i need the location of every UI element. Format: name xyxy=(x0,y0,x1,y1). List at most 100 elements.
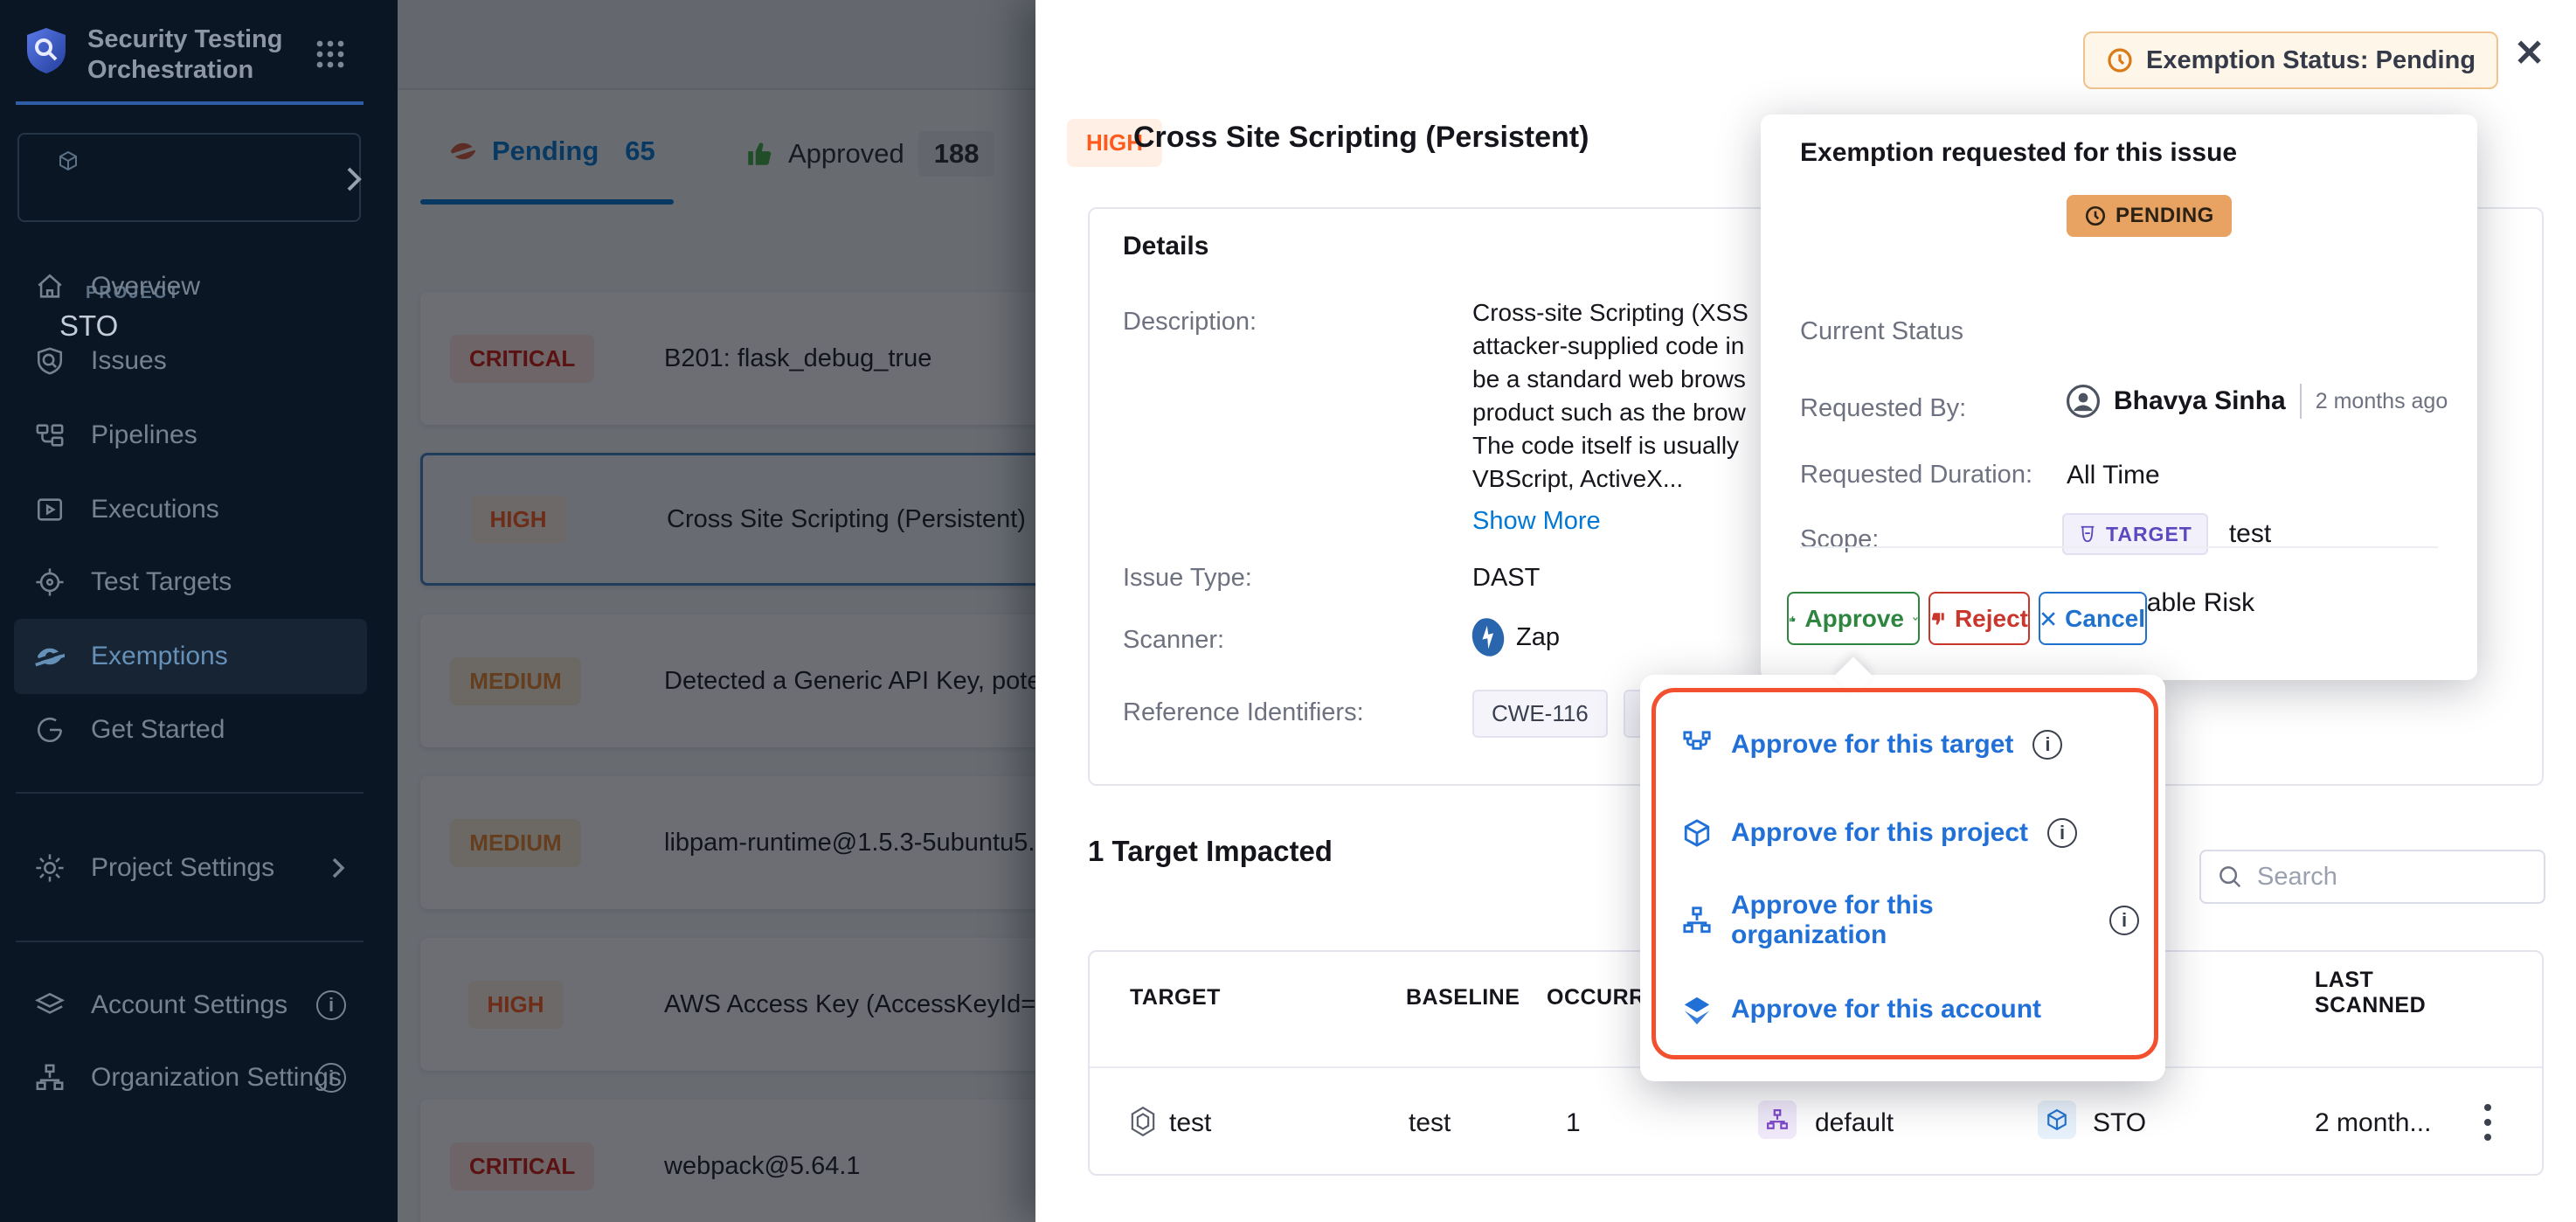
approve-button[interactable]: Approve xyxy=(1787,592,1920,645)
cell-occurrences: 1 xyxy=(1566,1108,1581,1138)
module-grid-icon[interactable] xyxy=(315,38,346,70)
app-logo-shield-icon xyxy=(24,26,68,75)
executions-icon xyxy=(35,495,65,524)
col-baseline: BASELINE xyxy=(1406,985,1520,1010)
clock-icon xyxy=(2084,205,2107,227)
org-chip-icon xyxy=(1758,1100,1797,1139)
sidebar-divider xyxy=(16,941,364,942)
target-scope-icon xyxy=(2078,524,2097,544)
menu-item-approve-organization[interactable]: Approve for this organization i xyxy=(1682,894,2139,947)
description-label: Description: xyxy=(1123,308,1257,337)
clock-icon xyxy=(2106,46,2134,74)
exemption-status-pill[interactable]: Exemption Status: Pending xyxy=(2083,31,2498,89)
org-chart-icon xyxy=(1682,906,1712,935)
sidebar-item-issues[interactable]: Issues xyxy=(14,323,367,399)
scanner-value: Zap xyxy=(1472,618,1560,656)
sidebar-item-label: Organization Settings xyxy=(91,1063,342,1093)
targets-impacted-heading: 1 Target Impacted xyxy=(1088,835,1333,868)
sidebar-item-label: Test Targets xyxy=(91,567,232,597)
org-chart-icon xyxy=(35,1063,65,1093)
info-icon[interactable]: i xyxy=(2047,818,2077,848)
app-title: Security Testing Orchestration xyxy=(87,24,323,86)
sidebar-item-label: Issues xyxy=(91,346,167,376)
search-icon xyxy=(2217,864,2243,890)
duration-value: All Time xyxy=(2067,461,2160,490)
details-heading: Details xyxy=(1123,232,1208,261)
sidebar-item-pipelines[interactable]: Pipelines xyxy=(14,398,367,473)
target-search[interactable] xyxy=(2199,850,2545,904)
row-menu-kebab-icon[interactable] xyxy=(2483,1101,2493,1143)
info-icon[interactable]: i xyxy=(2032,730,2062,760)
sidebar-item-label: Pipelines xyxy=(91,420,197,450)
sidebar: Security Testing Orchestration PROJECT S… xyxy=(0,0,398,1222)
issue-type-value: DAST xyxy=(1472,564,1540,593)
sidebar-item-label: Project Settings xyxy=(91,853,274,883)
reference-identifiers-label: Reference Identifiers: xyxy=(1123,698,1364,727)
cube-icon xyxy=(58,150,79,171)
project-selector[interactable]: PROJECT STO xyxy=(17,133,361,222)
layers-icon xyxy=(35,990,65,1020)
issue-type-label: Issue Type: xyxy=(1123,564,1252,593)
col-last-scanned: LAST SCANNED xyxy=(2315,968,2426,1018)
issue-detail-title: Cross Site Scripting (Persistent) xyxy=(1133,121,1589,155)
account-layers-icon xyxy=(1682,995,1712,1024)
sidebar-item-label: Executions xyxy=(91,495,219,524)
show-more-link[interactable]: Show More xyxy=(1472,507,1601,536)
sidebar-item-test-targets[interactable]: Test Targets xyxy=(14,545,367,620)
cell-project: STO xyxy=(2093,1108,2146,1138)
zap-scanner-icon xyxy=(1468,614,1508,659)
cell-baseline: test xyxy=(1409,1108,1451,1138)
home-icon xyxy=(35,272,65,302)
sidebar-item-label: Exemptions xyxy=(91,642,228,671)
table-row[interactable]: test test 1 default STO 2 month... xyxy=(1090,1068,2542,1174)
sidebar-item-project-settings[interactable]: Project Settings xyxy=(14,830,367,906)
sidebar-item-label: Get Started xyxy=(91,715,225,745)
thumbs-up-icon xyxy=(1789,607,1796,631)
cell-org: default xyxy=(1815,1108,1894,1138)
cancel-button[interactable]: Cancel xyxy=(2039,592,2147,645)
scope-value: TARGET test xyxy=(2062,513,2271,555)
scope-target-name: test xyxy=(2229,519,2271,549)
requested-by-label: Requested By: xyxy=(1800,394,1966,423)
target-hexagon-icon xyxy=(1130,1107,1156,1136)
menu-item-approve-project[interactable]: Approve for this project i xyxy=(1682,807,2139,859)
current-status-label: Current Status xyxy=(1800,317,1963,346)
sidebar-item-label: Overview xyxy=(91,272,200,302)
exemption-popup: Exemption requested for this issue Curre… xyxy=(1761,115,2477,680)
popup-divider xyxy=(1800,546,2438,548)
scanner-label: Scanner: xyxy=(1123,626,1224,655)
title-underline xyxy=(16,101,364,105)
sidebar-item-exemptions[interactable]: Exemptions xyxy=(14,619,367,694)
scope-target-chip: TARGET xyxy=(2062,513,2208,555)
info-icon[interactable]: i xyxy=(316,990,346,1020)
pending-status-badge: PENDING xyxy=(2067,195,2232,237)
target-icon xyxy=(35,567,65,597)
duration-label: Requested Duration: xyxy=(1800,461,2032,489)
sidebar-item-executions[interactable]: Executions xyxy=(14,472,367,547)
thumbs-down-icon xyxy=(1930,607,1946,631)
cell-target: test xyxy=(1169,1108,1211,1138)
sidebar-item-account-settings[interactable]: Account Settings i xyxy=(14,968,367,1043)
sidebar-item-organization-settings[interactable]: Organization Settings i xyxy=(14,1040,367,1115)
separator xyxy=(2300,384,2302,419)
eye-slash-icon xyxy=(35,642,65,671)
menu-item-approve-target[interactable]: Approve for this target i xyxy=(1682,719,2139,771)
info-icon[interactable]: i xyxy=(316,1063,346,1093)
cell-last-scanned: 2 month... xyxy=(2315,1108,2431,1138)
avatar-icon xyxy=(2067,385,2100,418)
reject-button[interactable]: Reject xyxy=(1929,592,2030,645)
menu-item-approve-account[interactable]: Approve for this account xyxy=(1682,983,2139,1036)
pipelines-icon xyxy=(35,420,65,450)
chevron-right-icon xyxy=(344,166,364,192)
popup-heading: Exemption requested for this issue xyxy=(1800,138,2237,168)
sidebar-item-label: Account Settings xyxy=(91,990,287,1020)
target-scope-icon xyxy=(1682,730,1712,760)
sidebar-item-overview[interactable]: Overview xyxy=(14,249,367,324)
project-cube-icon xyxy=(1682,818,1712,848)
get-started-icon xyxy=(35,715,65,745)
sidebar-item-get-started[interactable]: Get Started xyxy=(14,692,367,767)
search-input[interactable] xyxy=(2257,863,2519,892)
info-icon[interactable]: i xyxy=(2109,906,2139,935)
close-icon[interactable]: ✕ xyxy=(2514,31,2545,74)
reference-chip[interactable]: CWE-116 xyxy=(1472,690,1608,738)
